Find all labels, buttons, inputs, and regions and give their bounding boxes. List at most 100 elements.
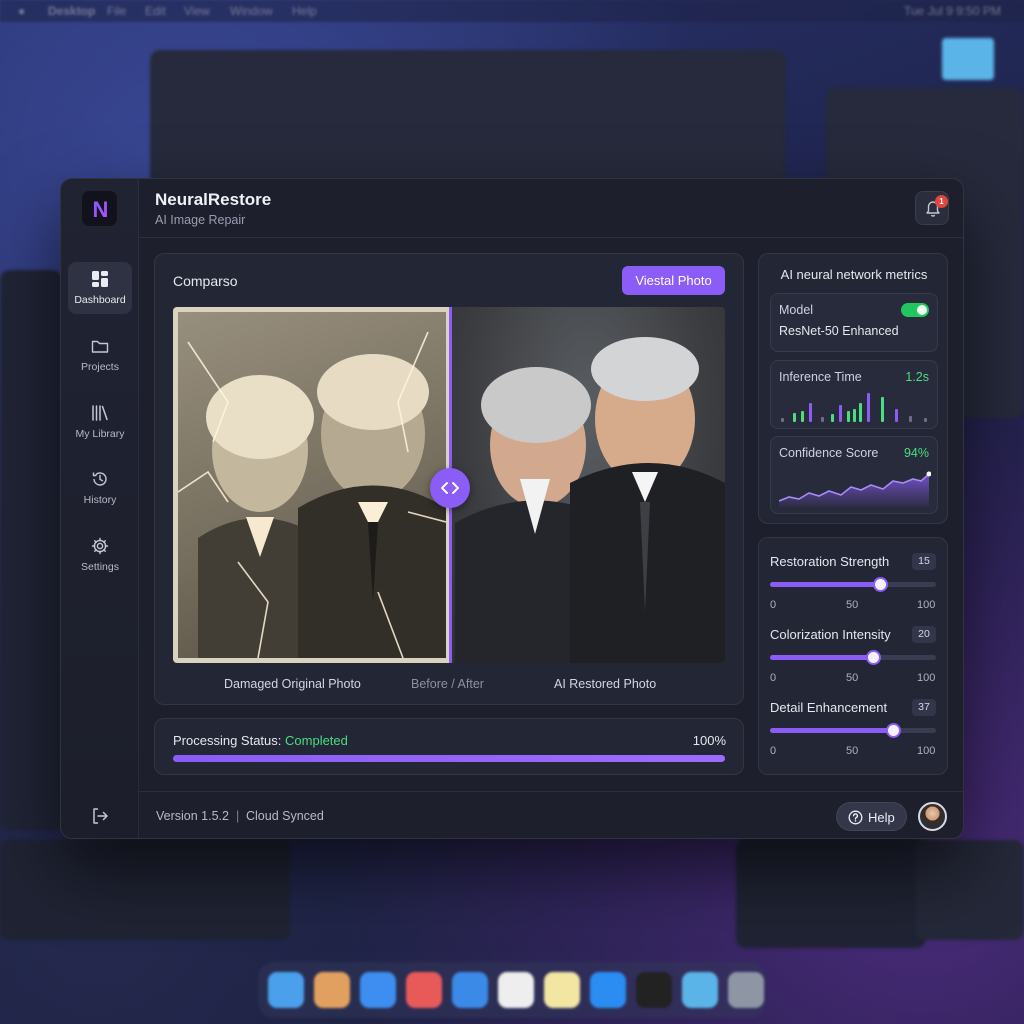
code-arrows-icon [441,482,459,494]
damaged-portrait-image [177,331,447,659]
processing-progress-fill [173,755,725,762]
processing-progress-bar [173,755,725,762]
background-finder-window [150,50,786,190]
menu-item-help: Help [292,4,317,18]
sidebar-item-projects[interactable]: Projects [68,329,132,381]
sidebar-item-dashboard[interactable]: Dashboard [68,262,132,314]
colorization-intensity-badge: 20 [912,626,936,643]
logout-icon [93,808,108,824]
confidence-score-sparkline [779,471,931,507]
menu-item-desktop: Desktop [48,4,96,18]
inference-time-card: Inference Time 1.2s [770,360,938,429]
menu-item-view: View [184,4,210,18]
detail-enhancement-badge: 37 [912,699,936,716]
menu-item-window: Window [230,4,273,18]
slider-tick-mid: 50 [846,599,859,611]
background-left-window [0,270,62,830]
metrics-panel: AI neural network metrics Model ResNet-5… [758,253,948,524]
model-card: Model ResNet-50 Enhanced [770,293,938,352]
sidebar-item-label: Projects [81,361,119,373]
processing-status-value: Completed [285,733,348,748]
slider-tick-max: 100 [917,745,936,757]
notification-badge: 1 [935,195,948,208]
before-after-viewer[interactable] [173,307,725,663]
app-logo: N [81,190,118,227]
slider-thumb[interactable] [885,723,901,738]
background-settings-panel [736,838,926,948]
colorization-intensity-slider[interactable] [770,650,936,665]
sidebar-item-settings[interactable]: Settings [68,529,132,581]
comparison-panel: Comparso Viestal Photo Damaged Original … [154,253,744,705]
colorization-intensity-label: Colorization Intensity [770,627,891,642]
slider-tick-min: 0 [770,745,777,757]
help-icon [848,810,863,825]
slider-tick-mid: 50 [846,672,859,684]
sidebar-item-label: History [83,494,117,506]
confidence-score-card: Confidence Score 94% [770,436,938,514]
restored-portrait-image [455,337,725,663]
footer-separator: | [236,809,240,823]
slider-fill [770,728,893,733]
adjustments-panel: Restoration Strength 15 0 50 100 Coloriz… [758,537,948,775]
slider-thumb[interactable] [865,650,881,665]
slider-tick-min: 0 [770,672,777,684]
desktop-folder-icon [942,38,994,80]
background-left-list [0,840,290,940]
logo-mark-icon: N [93,197,109,222]
sidebar-item-label: Settings [81,561,119,573]
app-header: NeuralRestore AI Image Repair 1 [139,179,963,238]
processing-status-panel: Processing Status: Completed 100% [154,718,744,775]
damaged-photo [173,307,450,663]
restoration-strength-slider[interactable] [770,577,936,592]
slider-thumb[interactable] [872,577,888,592]
inference-time-label: Inference Time [779,370,862,384]
svg-text:N: N [93,197,109,222]
comparison-slider-handle[interactable] [430,468,470,508]
sidebar-item-label: Dashboard [74,294,126,306]
folder-icon [91,340,109,353]
after-caption: AI Restored Photo [554,677,657,691]
restored-photo [450,307,725,663]
model-toggle[interactable] [901,303,929,317]
processing-status: Processing Status: Completed [173,733,348,748]
apple-menu-icon: ● [18,4,26,18]
app-footer: Version 1.5.2 | Cloud Synced Help [139,791,963,838]
model-label: Model [779,303,814,317]
before-caption: Damaged Original Photo [224,677,361,691]
user-avatar[interactable] [918,802,947,831]
sidebar-item-my-library[interactable]: My Library [68,396,132,448]
detail-enhancement-label: Detail Enhancement [770,700,888,715]
dashboard-icon [92,271,108,287]
slider-tick-max: 100 [917,672,936,684]
slider-tick-max: 100 [917,599,936,611]
sidebar-item-history[interactable]: History [68,462,132,514]
processing-status-label: Processing Status: [173,733,282,748]
neuralrestore-window: N Dashboard Projects My Library History … [60,178,964,839]
view-photo-button[interactable]: Viestal Photo [622,266,725,295]
logout-button[interactable] [90,806,110,826]
app-subtitle: AI Image Repair [155,213,246,227]
confidence-score-value: 94% [903,446,929,460]
library-icon [92,405,108,421]
model-value: ResNet-50 Enhanced [779,324,899,338]
gear-icon [91,537,109,555]
detail-enhancement-slider[interactable] [770,723,936,738]
metrics-title: AI neural network metrics [780,267,928,282]
help-button[interactable]: Help [836,802,907,831]
sync-status: Cloud Synced [246,809,324,823]
dock [258,962,766,1018]
history-icon [92,472,107,486]
processing-percent: 100% [692,733,726,748]
version-text: Version 1.5.2 [156,809,229,823]
inference-time-value: 1.2s [905,370,929,384]
notifications-button[interactable]: 1 [915,191,949,225]
slider-tick-mid: 50 [846,745,859,757]
sidebar-item-label: My Library [75,428,125,440]
menu-item-edit: Edit [145,4,166,18]
restoration-strength-label: Restoration Strength [770,554,890,569]
app-title: NeuralRestore [155,190,272,209]
menu-item-file: File [107,4,127,18]
slider-fill [770,655,873,660]
slider-tick-min: 0 [770,599,777,611]
menu-clock: Tue Jul 9 9:50 PM [904,4,1001,18]
